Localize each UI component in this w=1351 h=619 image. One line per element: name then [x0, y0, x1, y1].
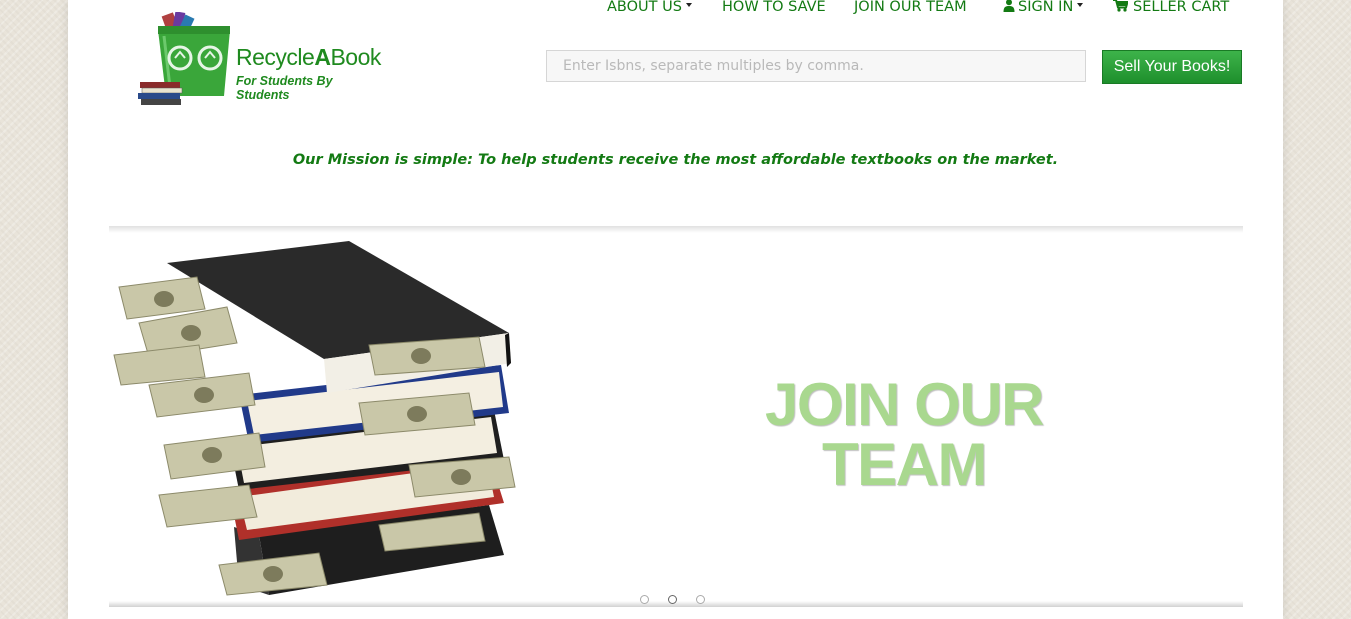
brand-tagline: For Students By Students	[236, 74, 333, 102]
sell-your-books-button[interactable]: Sell Your Books!	[1102, 50, 1242, 84]
nav-sign-in[interactable]: SIGN IN	[1003, 0, 1084, 15]
nav-sign-in-label: SIGN IN	[1018, 0, 1074, 15]
user-icon	[1003, 0, 1015, 12]
nav-join-our-team-label: JOIN OUR TEAM	[854, 0, 967, 15]
nav-about-us-label: ABOUT US	[607, 0, 682, 15]
brand-name-part2: A	[314, 44, 331, 70]
brand-name-part3: Book	[330, 44, 381, 70]
caret-down-icon	[685, 3, 692, 7]
carousel-indicators	[638, 595, 718, 607]
slide-title-line1: JOIN OUR	[764, 371, 1045, 438]
brand-name: RecycleABook	[236, 44, 381, 71]
caret-down-icon	[1077, 3, 1084, 7]
page-container: ABOUT US HOW TO SAVE JOIN OUR TEAM SIGN …	[68, 0, 1283, 619]
mission-statement: Our Mission is simple: To help students …	[292, 152, 1059, 168]
nav-about-us[interactable]: ABOUT US	[607, 0, 692, 15]
carousel-indicator-3[interactable]	[696, 595, 705, 604]
carousel-indicator-1[interactable]	[640, 595, 649, 604]
nav-seller-cart-label: SELLER CART	[1133, 0, 1230, 15]
nav-how-to-save[interactable]: HOW TO SAVE	[722, 0, 826, 15]
recycle-bin-icon	[138, 12, 230, 105]
cart-icon	[1113, 0, 1128, 12]
nav-seller-cart[interactable]: SELLER CART	[1113, 0, 1229, 15]
carousel-indicator-2[interactable]	[668, 595, 677, 604]
stack-of-books-with-money-image	[113, 241, 516, 596]
slide-title-line2: TEAM	[822, 431, 987, 498]
nav-how-to-save-label: HOW TO SAVE	[722, 0, 826, 15]
brand-name-part1: Recycle	[236, 44, 315, 70]
isbn-search-input[interactable]	[546, 50, 1086, 82]
slide-title: JOIN OUR TEAM	[719, 375, 1089, 495]
site-logo[interactable]: RecycleABook For Students By Students	[138, 12, 388, 108]
nav-join-our-team[interactable]: JOIN OUR TEAM	[854, 0, 967, 15]
hero-carousel: JOIN OUR TEAM	[109, 226, 1243, 607]
